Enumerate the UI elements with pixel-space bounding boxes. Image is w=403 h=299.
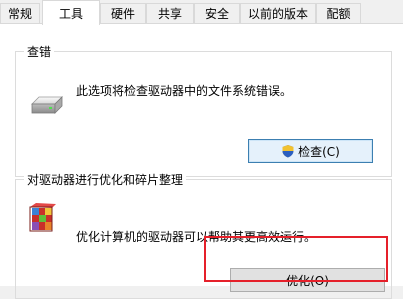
tab-sharing[interactable]: 共享 <box>146 3 194 23</box>
tab-quota[interactable]: 配额 <box>316 3 361 23</box>
drive-icon <box>29 94 63 120</box>
check-button-label: 检查(C) <box>298 144 340 159</box>
tab-hardware[interactable]: 硬件 <box>100 3 146 23</box>
uac-shield-icon <box>281 144 295 158</box>
optimize-title: 对驱动器进行优化和碎片整理 <box>24 171 187 188</box>
defrag-icon <box>28 202 58 234</box>
optimize-highlight-box <box>204 236 388 282</box>
check-button[interactable]: 检查(C) <box>248 139 373 163</box>
tab-general[interactable]: 常规 <box>0 3 40 23</box>
error-check-description: 此选项将检查驱动器中的文件系统错误。 <box>76 84 293 98</box>
tab-previous-versions[interactable]: 以前的版本 <box>240 3 316 23</box>
error-check-group: 查错 此选项将检查驱动器中的文件系统错误。 检查(C) <box>15 43 392 177</box>
tab-security[interactable]: 安全 <box>194 3 240 23</box>
tab-tools[interactable]: 工具 <box>42 0 100 25</box>
tab-strip: 常规 工具 硬件 共享 安全 以前的版本 配额 <box>0 0 403 25</box>
error-check-title: 查错 <box>24 43 55 60</box>
